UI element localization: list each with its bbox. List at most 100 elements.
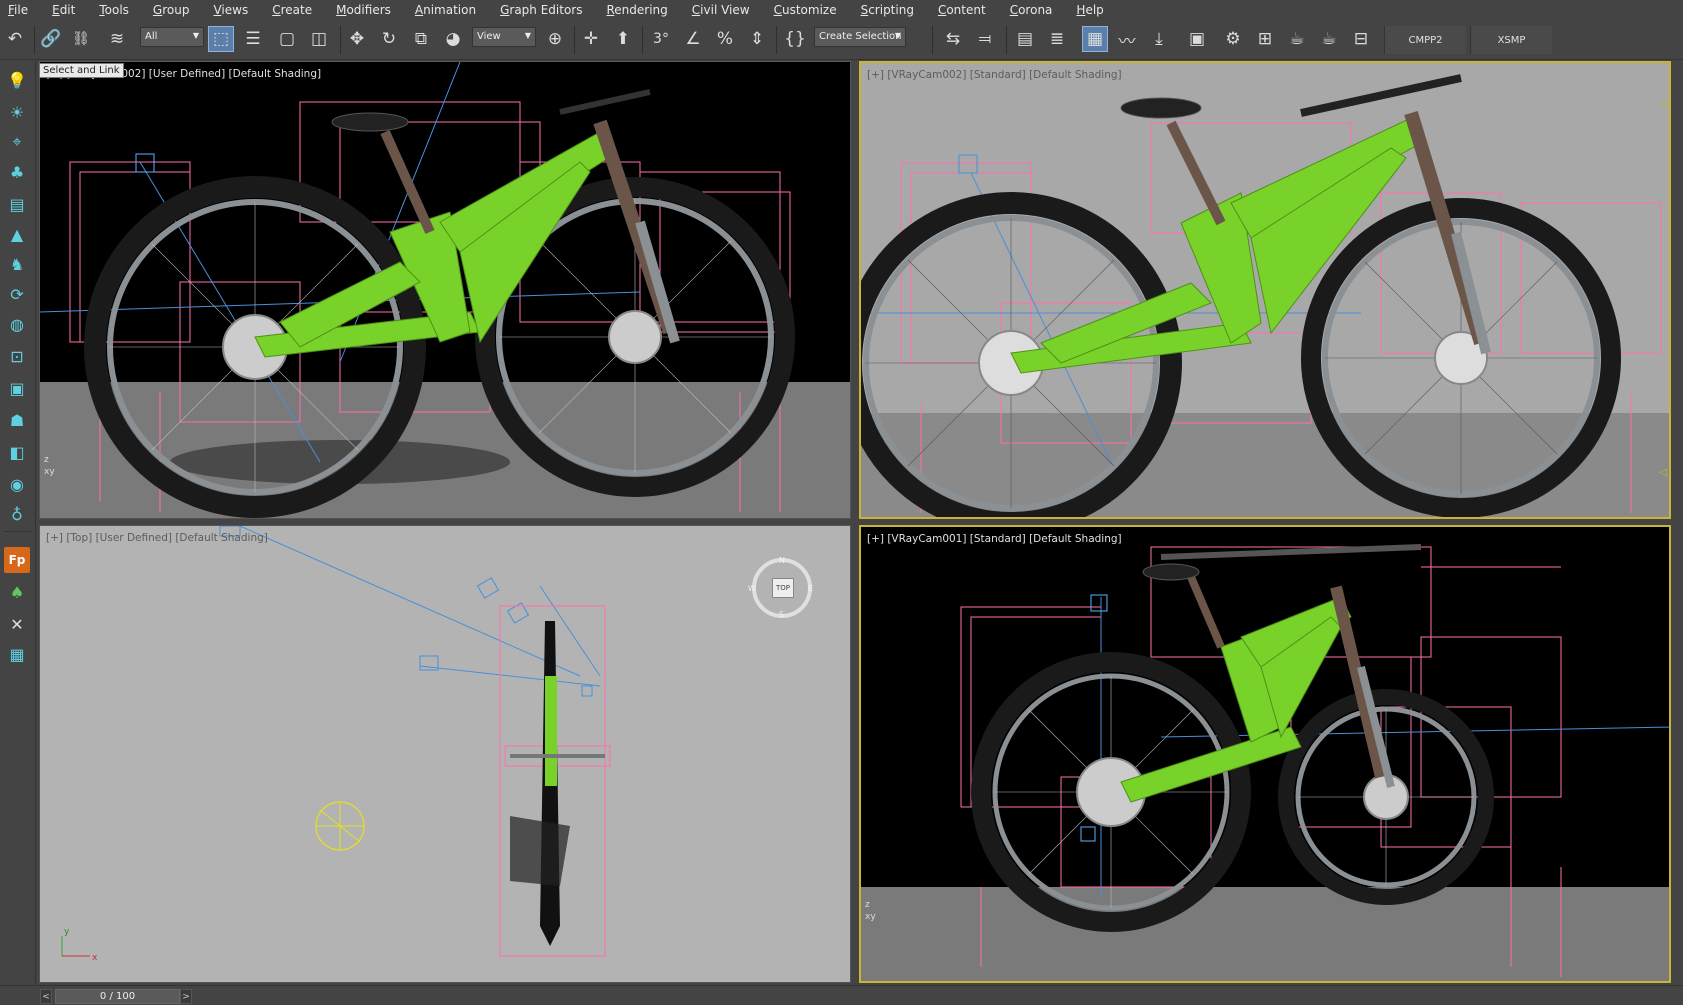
- window-crossing-icon[interactable]: ◫: [306, 26, 332, 52]
- scale-icon[interactable]: ⧉: [408, 26, 434, 52]
- viewcube-north[interactable]: N: [779, 556, 785, 565]
- eye-icon[interactable]: ◉: [4, 471, 30, 497]
- angle-snap-icon[interactable]: ∠: [680, 26, 706, 52]
- selection-filter-dropdown[interactable]: All ▼: [140, 27, 204, 47]
- undo-icon[interactable]: ↶: [2, 26, 28, 52]
- top-view-scene: y x: [61, 526, 611, 963]
- select-by-name-icon[interactable]: ☰: [240, 26, 266, 52]
- time-slider-prev-button[interactable]: <: [40, 989, 52, 1004]
- reference-coordinate-dropdown[interactable]: View ▼: [472, 27, 536, 47]
- viewcube-south[interactable]: S: [779, 610, 784, 619]
- render-grid-icon[interactable]: ⊟: [1348, 26, 1374, 52]
- edit-named-selection-icon[interactable]: {}: [782, 26, 808, 52]
- curve-editor-icon[interactable]: 〰: [1114, 26, 1140, 52]
- layout-icon[interactable]: ⊡: [4, 343, 30, 369]
- list-panel-icon[interactable]: ▤: [4, 191, 30, 217]
- svg-text:z: z: [865, 900, 870, 910]
- time-slider-next-button[interactable]: >: [180, 989, 192, 1004]
- rotate-icon[interactable]: ↻: [376, 26, 402, 52]
- snaps-toggle-icon[interactable]: 3°: [648, 26, 674, 52]
- menu-file[interactable]: File: [8, 0, 28, 20]
- viewcube-top-face[interactable]: TOP: [772, 578, 794, 598]
- pivot-point-icon[interactable]: ⊕: [542, 26, 568, 52]
- render-iterative-icon[interactable]: ☕: [1316, 26, 1342, 52]
- menu-modifiers[interactable]: Modifiers: [336, 0, 391, 20]
- percent-snap-icon[interactable]: %: [712, 26, 738, 52]
- xsmp-button[interactable]: XSMP: [1470, 26, 1552, 54]
- main-toolbar: ↶ 🔗 ⛓ ≋ All ▼ ⬚ ☰ ▢ ◫ ✥ ↻ ⧉ ◕ View ▼ ⊕ ✛ ⬆…: [0, 20, 1683, 60]
- render-setup-icon[interactable]: ⚙: [1220, 26, 1246, 52]
- named-selection-dropdown[interactable]: Create Selection Se▼: [814, 27, 906, 47]
- material-editor-icon[interactable]: ▣: [1184, 26, 1210, 52]
- forest-pack-icon[interactable]: Fp: [4, 547, 30, 573]
- rectangular-selection-icon[interactable]: ▢: [274, 26, 300, 52]
- menu-scripting[interactable]: Scripting: [861, 0, 914, 20]
- spinner-snap-icon[interactable]: ⇕: [744, 26, 770, 52]
- menu-edit[interactable]: Edit: [52, 0, 75, 20]
- viewport-top[interactable]: [+] [Top] [User Defined] [Default Shadin…: [39, 525, 851, 983]
- select-and-link-icon[interactable]: 🔗: [38, 26, 64, 52]
- bulb-outline-icon[interactable]: ♁: [4, 501, 30, 527]
- render-production-icon[interactable]: ☕: [1284, 26, 1310, 52]
- menu-group[interactable]: Group: [153, 0, 190, 20]
- spreadsheet-icon[interactable]: ▦: [4, 641, 30, 667]
- time-slider-bar: < 0 / 100 >: [0, 985, 1683, 1005]
- viewport-vraycam002-standard[interactable]: [+] [VRayCam002] [Standard] [Default Sha…: [859, 61, 1671, 519]
- reference-coordinate-value: View: [477, 31, 501, 42]
- schematic-view-icon[interactable]: ⤓: [1146, 26, 1172, 52]
- viewcube[interactable]: TOP N S E W: [748, 556, 814, 620]
- svg-text:xy: xy: [865, 912, 876, 922]
- light-bulb-icon[interactable]: 💡: [4, 67, 30, 93]
- viewcube-east[interactable]: E: [808, 584, 813, 593]
- svg-text:xy: xy: [44, 467, 55, 477]
- mirror-icon[interactable]: ⇆: [940, 26, 966, 52]
- viewport-vraycam002-user-defined[interactable]: [+] [VRayCam002] [User Defined] [Default…: [39, 61, 851, 519]
- time-slider-frame: 0 / 100: [99, 991, 136, 1002]
- keyboard-shortcut-override-icon[interactable]: ⬆: [610, 26, 636, 52]
- chevron-down-icon: ▼: [524, 31, 531, 40]
- camera-icon[interactable]: ⌖: [4, 129, 30, 155]
- viewport-label[interactable]: [+] [VRayCam001] [Standard] [Default Sha…: [867, 533, 1122, 545]
- move-icon[interactable]: ✥: [344, 26, 370, 52]
- tree-icon[interactable]: ♣: [4, 159, 30, 185]
- place-icon[interactable]: ◕: [440, 26, 466, 52]
- menu-tools[interactable]: Tools: [99, 0, 129, 20]
- forest-tree-icon[interactable]: ♠: [4, 579, 30, 605]
- film-icon[interactable]: ▣: [4, 375, 30, 401]
- window-icon[interactable]: ◧: [4, 439, 30, 465]
- scene-explorer-icon[interactable]: ▤: [1012, 26, 1038, 52]
- menu-customize[interactable]: Customize: [774, 0, 837, 20]
- viewport-vraycam001-standard[interactable]: [+] [VRayCam001] [Standard] [Default Sha…: [859, 525, 1671, 983]
- menu-views[interactable]: Views: [213, 0, 248, 20]
- viewport-label[interactable]: [+] [VRayCam002] [Standard] [Default Sha…: [867, 69, 1122, 81]
- menu-rendering[interactable]: Rendering: [606, 0, 667, 20]
- people-icon[interactable]: ☗: [4, 407, 30, 433]
- figure-icon[interactable]: ♞: [4, 251, 30, 277]
- menu-civil-view[interactable]: Civil View: [692, 0, 750, 20]
- bind-space-warp-icon[interactable]: ≋: [104, 26, 130, 52]
- rendered-frame-window-icon[interactable]: ⊞: [1252, 26, 1278, 52]
- menu-content[interactable]: Content: [938, 0, 986, 20]
- time-slider[interactable]: 0 / 100: [55, 989, 180, 1004]
- viewport-label[interactable]: [+] [Top] [User Defined] [Default Shadin…: [46, 532, 268, 544]
- tools-icon[interactable]: ✕: [4, 611, 30, 637]
- cmpp2-button[interactable]: CMPP2: [1384, 26, 1466, 54]
- select-object-icon[interactable]: ⬚: [208, 26, 234, 52]
- viewport-triangle-marker: ◁: [1659, 467, 1667, 478]
- sun-light-icon[interactable]: ☀: [4, 99, 30, 125]
- layer-explorer-icon[interactable]: ≣: [1044, 26, 1070, 52]
- refresh-icon[interactable]: ⟳: [4, 281, 30, 307]
- menu-create[interactable]: Create: [272, 0, 312, 20]
- pyramid-icon[interactable]: ▲: [4, 221, 30, 247]
- menu-corona[interactable]: Corona: [1010, 0, 1053, 20]
- menu-animation[interactable]: Animation: [415, 0, 476, 20]
- shield-icon[interactable]: ◍: [4, 311, 30, 337]
- chevron-down-icon: ▼: [192, 31, 199, 40]
- toggle-ribbon-icon[interactable]: ▦: [1082, 26, 1108, 52]
- unlink-icon[interactable]: ⛓: [68, 26, 94, 52]
- menu-help[interactable]: Help: [1076, 0, 1103, 20]
- select-manipulate-icon[interactable]: ✛: [578, 26, 604, 52]
- align-icon[interactable]: ⫤: [972, 26, 998, 52]
- menu-graph-editors[interactable]: Graph Editors: [500, 0, 582, 20]
- viewcube-west[interactable]: W: [748, 584, 756, 593]
